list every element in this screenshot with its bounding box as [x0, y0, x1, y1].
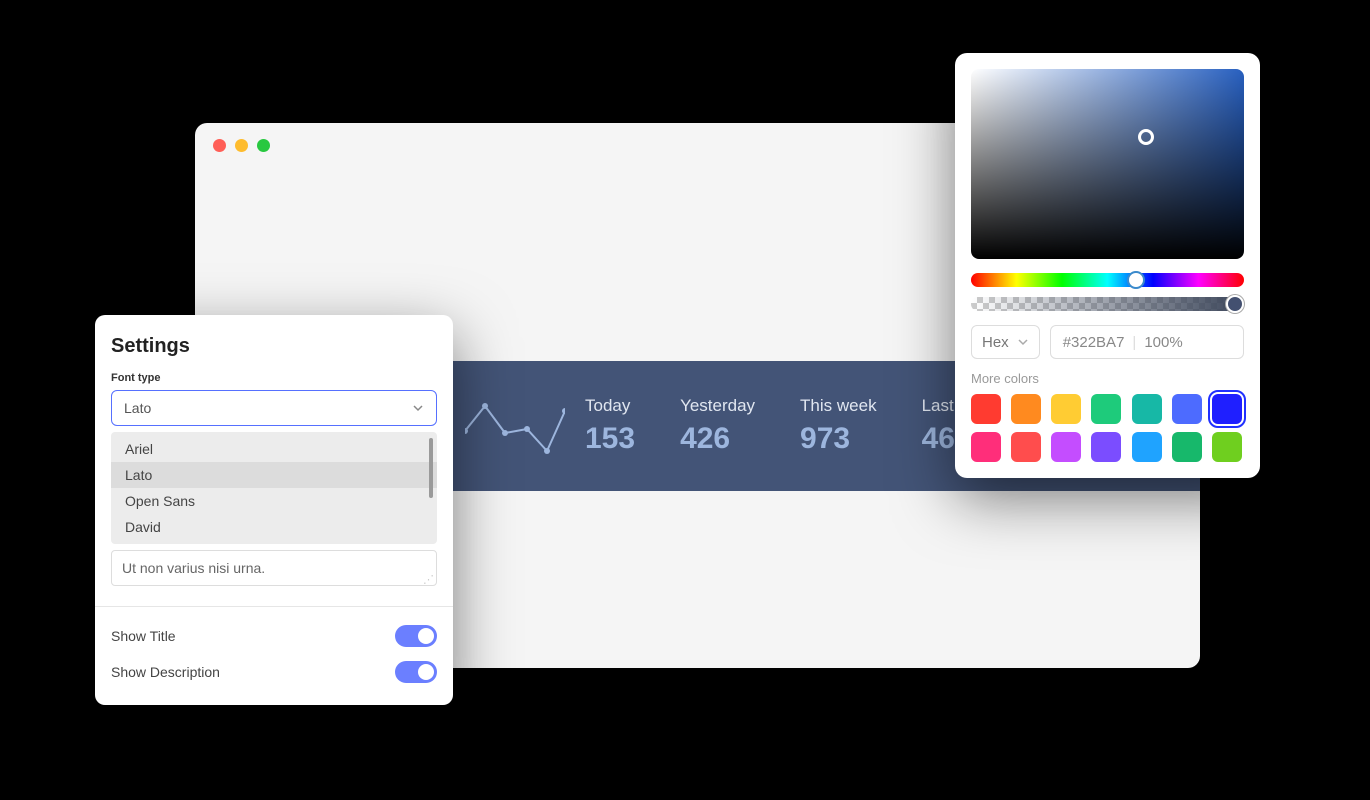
font-select[interactable]: Lato	[111, 390, 437, 426]
opacity-value: 100%	[1144, 334, 1182, 351]
color-swatch[interactable]	[1011, 394, 1041, 424]
font-option[interactable]: David	[111, 514, 437, 540]
color-picker-panel: Hex #322BA7 | 100% More colors	[955, 53, 1260, 478]
settings-panel: Settings Font type Lato ArielLatoOpen Sa…	[95, 315, 453, 705]
color-swatch[interactable]	[1172, 432, 1202, 462]
show-description-label: Show Description	[111, 664, 220, 680]
color-swatch[interactable]	[1051, 432, 1081, 462]
color-format-select[interactable]: Hex	[971, 325, 1040, 359]
font-type-label: Font type	[111, 372, 437, 384]
stat-value: 973	[800, 422, 877, 456]
stat-label: Today	[585, 396, 635, 416]
alpha-slider[interactable]	[971, 297, 1244, 311]
color-format-value: Hex	[982, 334, 1009, 351]
color-swatch[interactable]	[1132, 432, 1162, 462]
color-inputs: Hex #322BA7 | 100%	[971, 325, 1244, 359]
stat-value: 426	[680, 422, 755, 456]
color-swatch[interactable]	[1051, 394, 1081, 424]
color-swatch[interactable]	[1212, 432, 1242, 462]
color-cursor-icon[interactable]	[1138, 129, 1154, 145]
stat-column: This week 973	[800, 396, 877, 456]
stat-column: Today 153	[585, 396, 635, 456]
show-description-row: Show Description	[111, 661, 437, 683]
alpha-thumb[interactable]	[1226, 295, 1244, 313]
stat-label: Yesterday	[680, 396, 755, 416]
hex-input[interactable]: #322BA7 | 100%	[1050, 325, 1244, 359]
stat-label: This week	[800, 396, 877, 416]
chevron-down-icon	[1017, 336, 1029, 348]
hex-value: #322BA7	[1063, 334, 1125, 351]
stat-column: Yesterday 426	[680, 396, 755, 456]
hue-slider[interactable]	[971, 273, 1244, 287]
color-swatch[interactable]	[1132, 394, 1162, 424]
color-swatch[interactable]	[971, 394, 1001, 424]
font-option[interactable]: Lato	[111, 462, 437, 488]
stat-value: 153	[585, 422, 635, 456]
sparkline-chart-icon	[465, 401, 565, 456]
settings-title: Settings	[111, 335, 437, 358]
divider	[95, 606, 453, 607]
swatch-grid	[971, 394, 1244, 462]
show-title-label: Show Title	[111, 628, 176, 644]
color-swatch[interactable]	[1011, 432, 1041, 462]
show-description-toggle[interactable]	[395, 661, 437, 683]
color-swatch[interactable]	[1091, 394, 1121, 424]
font-option[interactable]: Open Sans	[111, 488, 437, 514]
resize-handle-icon[interactable]: ⋰	[423, 577, 434, 583]
chevron-down-icon	[412, 402, 424, 414]
color-swatch[interactable]	[1212, 394, 1242, 424]
input-separator: |	[1132, 334, 1136, 351]
color-canvas[interactable]	[971, 69, 1244, 259]
font-select-value: Lato	[124, 400, 151, 416]
show-title-row: Show Title	[111, 625, 437, 647]
window-minimize-icon[interactable]	[235, 139, 248, 152]
color-swatch[interactable]	[1091, 432, 1121, 462]
color-swatch[interactable]	[1172, 394, 1202, 424]
show-title-toggle[interactable]	[395, 625, 437, 647]
description-input[interactable]: Ut non varius nisi urna. ⋰	[111, 550, 437, 586]
hue-thumb[interactable]	[1127, 271, 1145, 289]
window-zoom-icon[interactable]	[257, 139, 270, 152]
window-close-icon[interactable]	[213, 139, 226, 152]
font-dropdown: ArielLatoOpen SansDavid	[111, 432, 437, 544]
more-colors-label: More colors	[971, 371, 1244, 386]
description-input-value: Ut non varius nisi urna.	[122, 560, 265, 576]
color-swatch[interactable]	[971, 432, 1001, 462]
font-option[interactable]: Ariel	[111, 436, 437, 462]
